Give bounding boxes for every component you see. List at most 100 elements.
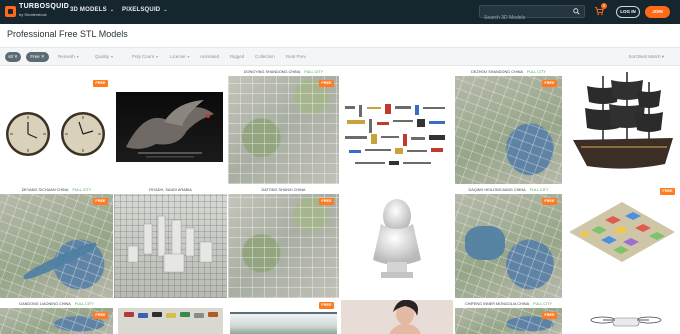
product-title-text: DEZHOU SHANDONG CHINA	[471, 70, 524, 74]
pirate-ship-thumbnail	[573, 72, 673, 169]
lake-shape	[465, 226, 505, 260]
product-grid: FREE DONGYING SHANDONG CHINA FULL CITY F…	[0, 68, 680, 334]
product-card-isometric-city[interactable]: FREE	[565, 186, 680, 298]
product-title: DEYANG SICHUAN CHINA FULL CITY	[0, 186, 113, 194]
product-card-chifeng[interactable]: CHIFENG INNER MONGOLIA CHINA FULL CITY FR…	[455, 300, 562, 334]
product-title: DATONG SHANXI CHINA	[228, 186, 339, 194]
nav-pixelsquid-label: PIXELSQUID	[122, 7, 161, 13]
filter-real-prev[interactable]: Real Prev	[286, 54, 306, 59]
logo-mark-icon	[5, 5, 16, 17]
free-badge: FREE	[319, 302, 334, 309]
filter-quality[interactable]: Quality ▾	[95, 54, 113, 59]
filter-collection-label: Collection	[255, 54, 275, 59]
filter-bar: stl ✕ Free ✕ Remesh ▾ Quality ▾ Poly Count…	[0, 47, 680, 66]
filter-remesh[interactable]: Remesh ▾	[58, 54, 79, 59]
tools-set-thumbnail	[345, 104, 445, 165]
product-card-deyang[interactable]: DEYANG SICHUAN CHINA FULL CITY FREE	[0, 186, 113, 298]
product-card-tools-set[interactable]	[341, 78, 453, 184]
filter-real-prev-label: Real Prev	[286, 54, 306, 59]
full-city-tag: FULL CITY	[304, 70, 324, 74]
product-card-dezhou[interactable]: DEZHOU SHANDONG CHINA FULL CITY FREE	[455, 68, 562, 184]
dragon-thumbnail	[116, 92, 223, 162]
product-card-woman[interactable]	[341, 300, 453, 334]
logo-text: TURBOSQUID by Shutterstock	[19, 3, 69, 19]
filter-chip-stl[interactable]: stl ✕	[5, 52, 21, 62]
filter-rigged[interactable]: Rigged	[230, 54, 244, 59]
product-title-text: DEYANG SICHUAN CHINA	[21, 188, 69, 192]
isometric-city-thumbnail	[569, 202, 675, 262]
chevron-down-icon: ▾	[111, 54, 114, 59]
filter-poly-count-label: Poly Count	[132, 54, 155, 59]
free-badge: FREE	[93, 312, 108, 319]
page-title: Professional Free STL Models	[7, 29, 128, 39]
product-title: DANDONG LIAONING CHINA FULL CITY	[0, 300, 113, 308]
free-badge: FREE	[542, 80, 557, 87]
product-card-terrain-screenshot[interactable]: FREE	[228, 300, 339, 334]
product-title-text: CHIFENG INNER MONGOLIA CHINA	[465, 302, 530, 306]
chevron-down-icon: ▾	[76, 54, 79, 59]
filter-animated[interactable]: Animated	[200, 54, 219, 59]
full-city-tag: FULL CITY	[533, 302, 552, 306]
filter-collection[interactable]: Collection	[255, 54, 275, 59]
product-title-text: DAQING HEILONGJIANG CHINA	[468, 188, 526, 192]
product-card-riyadh[interactable]: RIYADH, SAUDI ARABIA	[114, 186, 227, 298]
free-badge: FREE	[93, 80, 108, 87]
product-card-datong[interactable]: DATONG SHANXI CHINA FREE	[228, 186, 339, 298]
cars-thumbnail	[118, 308, 223, 334]
wall-clocks-thumbnail	[6, 112, 105, 156]
top-navigation-bar: TURBOSQUID by Shutterstock 3D MODELS ⌄ PI…	[0, 0, 680, 24]
free-badge: FREE	[319, 198, 334, 205]
product-title: DONGYING SHANDONG CHINA FULL CITY	[228, 68, 339, 76]
filter-animated-label: Animated	[200, 54, 220, 59]
riyadh-buildings	[127, 215, 213, 273]
brand-name: TURBOSQUID	[19, 3, 70, 10]
filter-chip-free[interactable]: Free ✕	[26, 52, 49, 62]
full-city-tag: FULL CITY	[74, 302, 94, 306]
full-city-tag: FULL CITY	[529, 188, 549, 192]
sort-label: Sort:Best Match	[628, 54, 661, 59]
product-title: CHIFENG INNER MONGOLIA CHINA FULL CITY	[455, 300, 562, 308]
product-card-cars[interactable]	[114, 300, 227, 334]
chevron-down-icon: ⌄	[163, 7, 168, 13]
search-input[interactable]	[480, 12, 570, 24]
product-title-text: RIYADH, SAUDI ARABIA	[149, 188, 192, 192]
nav-pixelsquid[interactable]: PIXELSQUID ⌄	[122, 7, 168, 13]
sort-dropdown[interactable]: Sort:Best Match ▾	[628, 54, 664, 60]
chevron-down-icon: ⌄	[109, 7, 115, 13]
free-badge: FREE	[542, 312, 557, 319]
chevron-down-icon: ▾	[187, 54, 190, 59]
login-button[interactable]: LOG IN	[616, 6, 640, 18]
filter-license-label: License	[170, 54, 186, 59]
product-title: DEZHOU SHANDONG CHINA FULL CITY	[455, 68, 562, 76]
product-card-daqing[interactable]: DAQING HEILONGJIANG CHINA FULL CITY FREE	[455, 186, 562, 298]
product-card-dragon[interactable]	[114, 78, 227, 184]
terrain-thumbnail	[230, 312, 337, 334]
full-city-tag: FULL CITY	[72, 188, 92, 192]
nav-3d-models[interactable]: 3D MODELS ⌄	[70, 7, 114, 13]
search-box	[479, 5, 585, 24]
product-card-wall-clocks[interactable]: FREE	[0, 78, 113, 184]
free-badge: FREE	[93, 198, 108, 205]
filter-poly-count[interactable]: Poly Count ▾	[132, 54, 158, 59]
join-button[interactable]: JOIN	[645, 6, 670, 18]
free-badge: FREE	[660, 188, 675, 195]
filter-license[interactable]: License ▾	[170, 54, 190, 59]
search-icon[interactable]	[573, 8, 580, 15]
turbosquid-logo[interactable]: TURBOSQUID by Shutterstock	[5, 3, 69, 19]
product-title: RIYADH, SAUDI ARABIA	[114, 186, 227, 194]
product-title-text: DANDONG LIAONING CHINA	[19, 302, 71, 306]
free-badge: FREE	[319, 80, 334, 87]
product-card-pirate-ship[interactable]	[565, 68, 680, 184]
product-card-dongying[interactable]: DONGYING SHANDONG CHINA FULL CITY FREE	[228, 68, 339, 184]
filter-remesh-label: Remesh	[58, 54, 75, 59]
cart-count-badge: 0	[601, 3, 607, 9]
product-card-veiled-bust[interactable]	[341, 186, 453, 298]
product-card-drone[interactable]	[565, 300, 680, 334]
woman-thumbnail	[341, 300, 453, 334]
chevron-down-icon: ▾	[660, 54, 664, 59]
product-title-text: DATONG SHANXI CHINA	[261, 188, 306, 192]
product-card-dandong[interactable]: DANDONG LIAONING CHINA FULL CITY FREE	[0, 300, 113, 334]
river-shape	[21, 239, 99, 283]
veiled-bust-thumbnail	[373, 199, 421, 278]
filter-rigged-label: Rigged	[230, 54, 245, 59]
